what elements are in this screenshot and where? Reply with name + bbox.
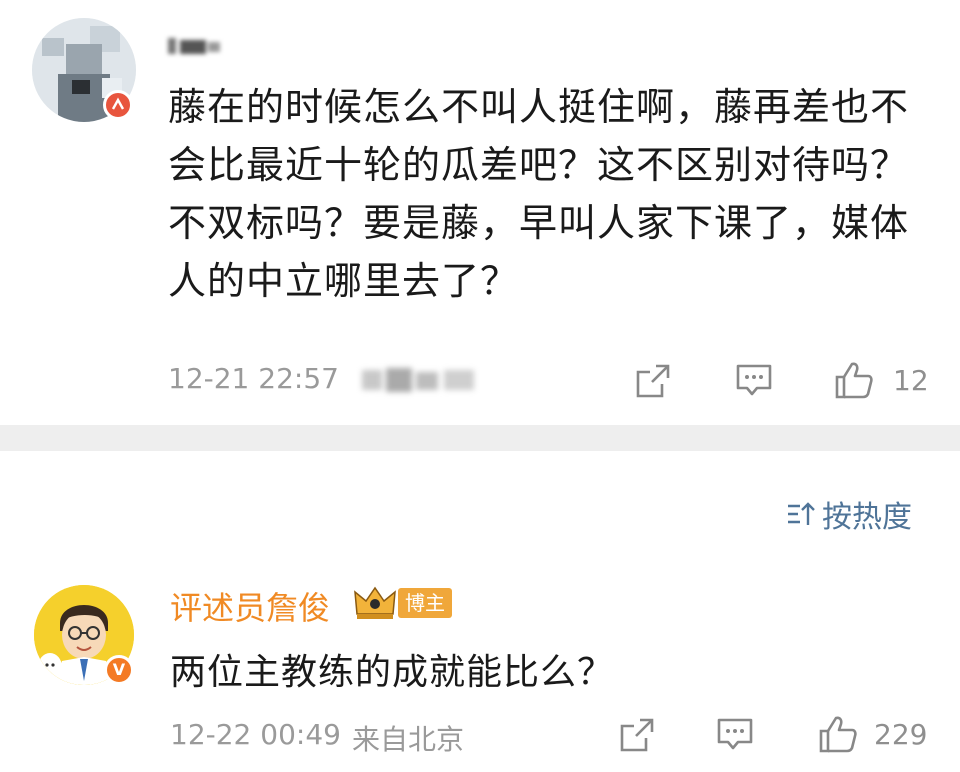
like-count: 229 — [874, 718, 928, 751]
like-icon[interactable] — [834, 360, 874, 400]
comment-text: 两位主教练的成就能比么？ — [170, 652, 615, 693]
crown-icon — [354, 586, 396, 619]
comment-icon[interactable] — [716, 717, 754, 753]
location-blurred — [360, 366, 480, 394]
share-icon[interactable] — [634, 362, 672, 400]
like-count: 12 — [893, 364, 929, 397]
username-blurred[interactable] — [168, 34, 228, 56]
sort-by-hot-button[interactable]: 按热度 — [786, 494, 912, 535]
sort-label: 按热度 — [822, 500, 912, 535]
comment-card-1: 藤在的时候怎么不叫人挺住啊，藤再差也不会比最近十轮的瓜差吧？这不区别对待吗？不双… — [0, 0, 960, 425]
like-icon[interactable] — [818, 714, 858, 754]
comment-icon[interactable] — [735, 363, 773, 399]
username[interactable]: 评述员詹俊 — [170, 583, 330, 629]
sort-icon — [788, 502, 815, 525]
comment-text: 藤在的时候怎么不叫人挺住啊，藤再差也不会比最近十轮的瓜差吧？这不区别对待吗？不双… — [168, 85, 910, 303]
author-badge: 博主 — [398, 588, 452, 618]
timestamp: 12-21 22:57 — [168, 362, 339, 395]
section-divider — [0, 425, 960, 451]
location: 来自北京 — [352, 723, 465, 756]
verified-badge-icon — [103, 90, 133, 120]
share-icon[interactable] — [618, 716, 656, 754]
timestamp: 12-22 00:49 — [170, 718, 341, 751]
verified-v-badge-icon: V — [104, 655, 134, 685]
